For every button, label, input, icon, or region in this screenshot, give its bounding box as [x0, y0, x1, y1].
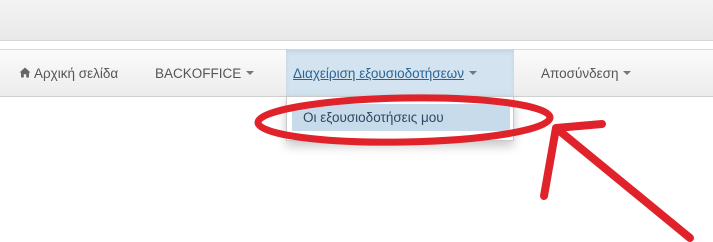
home-icon [19, 66, 31, 81]
chevron-down-icon [623, 71, 632, 75]
pointer-arrow [540, 120, 694, 242]
nav-item-logout[interactable]: Αποσύνδεση [541, 50, 632, 96]
nav-item-backoffice[interactable]: BACKOFFICE [155, 50, 255, 96]
nav-item-home[interactable]: Αρχική σελίδα [19, 50, 118, 96]
nav-item-authorizations-label: Διαχείριση εξουσιοδοτήσεων [293, 65, 464, 81]
top-bar [0, 0, 713, 41]
menu-item-my-authorizations[interactable]: Οι εξουσιοδοτήσεις μου [292, 104, 510, 131]
chevron-down-icon [246, 71, 255, 75]
chevron-down-icon [468, 71, 477, 75]
nav-bar: Αρχική σελίδα BACKOFFICE Διαχείριση εξου… [0, 49, 713, 97]
nav-item-backoffice-label: BACKOFFICE [155, 65, 242, 81]
nav-item-authorizations[interactable]: Διαχείριση εξουσιοδοτήσεων [286, 50, 514, 96]
nav-item-logout-label: Αποσύνδεση [541, 65, 619, 81]
nav-item-home-label: Αρχική σελίδα [34, 65, 119, 81]
authorizations-dropdown-menu: Οι εξουσιοδοτήσεις μου [286, 96, 514, 141]
menu-item-my-authorizations-label: Οι εξουσιοδοτήσεις μου [303, 110, 444, 125]
